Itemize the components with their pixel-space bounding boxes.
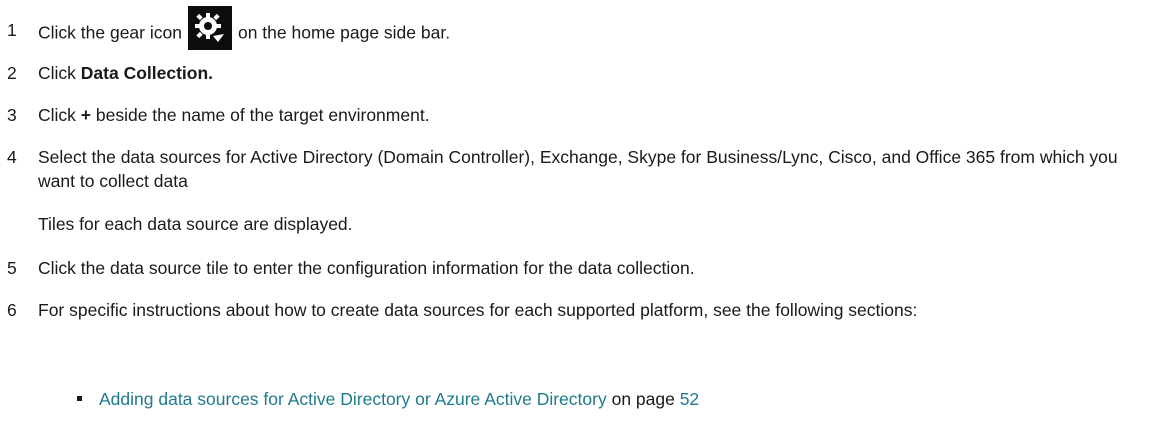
step-text: Click + beside the name of the target en… xyxy=(38,103,1122,127)
step-number: 4 xyxy=(7,147,17,167)
step-1: 1 Click the gear icon on the home page si… xyxy=(0,6,1152,52)
instructions-page: 1 Click the gear icon on the home page si… xyxy=(0,0,1152,422)
step-number: 3 xyxy=(7,105,17,125)
step-number: 1 xyxy=(7,20,17,40)
step-text: For specific instructions about how to c… xyxy=(38,300,918,320)
data-collection-label: Data Collection. xyxy=(80,63,214,83)
step-text: Select the data sources for Active Direc… xyxy=(38,147,1118,191)
plus-label: + xyxy=(80,105,92,125)
step-text-before: Click xyxy=(38,63,81,83)
step-number: 6 xyxy=(7,300,17,320)
step-text-after: beside the name of the target environmen… xyxy=(91,105,430,125)
step-text-before: Click xyxy=(38,105,81,125)
step-text: Click the data source tile to enter the … xyxy=(38,258,695,278)
step-4-note: Tiles for each data source are displayed… xyxy=(38,214,353,234)
gear-icon xyxy=(187,6,232,50)
step-text: Click the gear icon on the home page side… xyxy=(38,6,1122,50)
step-text: Click Data Collection. xyxy=(38,61,1122,85)
step-number: 2 xyxy=(7,63,17,83)
bullet-text: Adding data sources for Active Directory… xyxy=(99,387,699,411)
step-number: 5 xyxy=(7,258,17,278)
step-text-after: on the home page side bar. xyxy=(237,22,451,43)
page-number-link[interactable]: 52 xyxy=(680,389,699,409)
page-ref-text: on page xyxy=(606,389,680,409)
active-directory-link[interactable]: Adding data sources for Active Directory… xyxy=(99,389,607,409)
bullet-marker xyxy=(77,396,82,401)
step-text-before: Click the gear icon xyxy=(38,22,182,43)
